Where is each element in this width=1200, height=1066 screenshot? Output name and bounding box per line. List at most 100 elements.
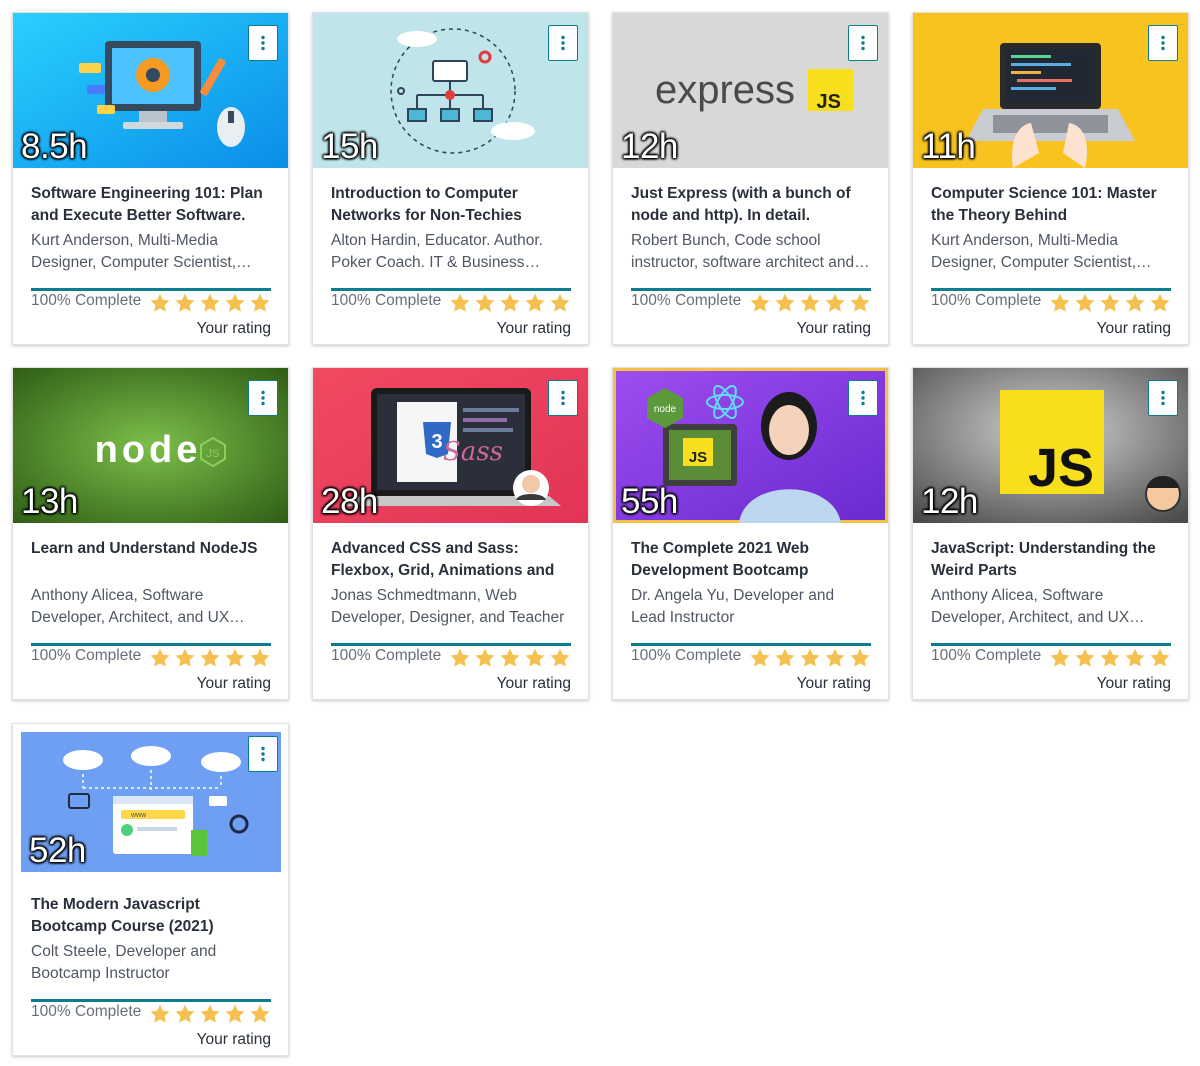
course-title[interactable]: Learn and Understand NodeJS [31, 538, 271, 582]
course-options-button[interactable] [848, 25, 878, 61]
course-options-button[interactable] [1148, 25, 1178, 61]
star-icon[interactable] [1074, 647, 1096, 669]
star-rating[interactable] [149, 1003, 271, 1025]
your-rating-label[interactable]: Your rating [197, 675, 271, 693]
course-thumbnail[interactable]: JS 12h [913, 368, 1188, 523]
star-icon[interactable] [1149, 647, 1171, 669]
star-icon[interactable] [524, 292, 546, 314]
course-card[interactable]: 3 Sass 28h Advanced CSS and Sass: Flexbo… [312, 367, 589, 700]
star-rating[interactable] [449, 292, 571, 314]
course-thumbnail[interactable]: www 52h [21, 732, 281, 872]
course-card[interactable]: JS 12h JavaScript: Understanding the Wei… [912, 367, 1189, 700]
course-title[interactable]: JavaScript: Understanding the Weird Part… [931, 538, 1171, 582]
course-thumbnail[interactable]: 8.5h [13, 13, 288, 168]
star-rating[interactable] [149, 647, 271, 669]
star-icon[interactable] [449, 292, 471, 314]
course-card[interactable]: 8.5h Software Engineering 101: Plan and … [12, 12, 289, 345]
star-icon[interactable] [449, 647, 471, 669]
star-icon[interactable] [824, 292, 846, 314]
star-icon[interactable] [824, 647, 846, 669]
star-icon[interactable] [799, 647, 821, 669]
star-icon[interactable] [199, 1003, 221, 1025]
your-rating-label[interactable]: Your rating [797, 320, 871, 338]
star-icon[interactable] [174, 647, 196, 669]
your-rating-label[interactable]: Your rating [1097, 320, 1171, 338]
course-options-button[interactable] [248, 736, 278, 772]
star-icon[interactable] [1099, 292, 1121, 314]
course-title[interactable]: Just Express (with a bunch of node and h… [631, 183, 871, 227]
course-thumbnail[interactable]: 3 Sass 28h [313, 368, 588, 523]
course-title[interactable]: Software Engineering 101: Plan and Execu… [31, 183, 271, 227]
course-title[interactable]: Computer Science 101: Master the Theory … [931, 183, 1171, 227]
star-icon[interactable] [199, 647, 221, 669]
star-icon[interactable] [849, 292, 871, 314]
star-icon[interactable] [774, 647, 796, 669]
star-rating[interactable] [1049, 647, 1171, 669]
star-icon[interactable] [1149, 292, 1171, 314]
course-thumbnail[interactable]: JS node 55h [613, 368, 888, 523]
star-rating[interactable] [149, 292, 271, 314]
star-icon[interactable] [224, 1003, 246, 1025]
star-rating[interactable] [449, 647, 571, 669]
star-rating[interactable] [749, 647, 871, 669]
star-icon[interactable] [249, 1003, 271, 1025]
course-options-button[interactable] [548, 380, 578, 416]
course-card[interactable]: JS node 55h The Complete 2021 Web Develo… [612, 367, 889, 700]
star-icon[interactable] [524, 647, 546, 669]
star-icon[interactable] [224, 647, 246, 669]
star-icon[interactable] [549, 292, 571, 314]
your-rating-label[interactable]: Your rating [1097, 675, 1171, 693]
star-icon[interactable] [199, 292, 221, 314]
course-thumbnail[interactable]: node JS 13h [13, 368, 288, 523]
star-icon[interactable] [549, 647, 571, 669]
star-icon[interactable] [499, 647, 521, 669]
course-title[interactable]: The Modern Javascript Bootcamp Course (2… [31, 894, 271, 938]
star-icon[interactable] [474, 647, 496, 669]
your-rating-label[interactable]: Your rating [497, 675, 571, 693]
star-icon[interactable] [1049, 292, 1071, 314]
your-rating-label[interactable]: Your rating [797, 675, 871, 693]
course-options-button[interactable] [1148, 380, 1178, 416]
star-icon[interactable] [1124, 647, 1146, 669]
star-icon[interactable] [224, 292, 246, 314]
svg-text:3: 3 [431, 431, 442, 453]
star-icon[interactable] [149, 1003, 171, 1025]
course-title[interactable]: The Complete 2021 Web Development Bootca… [631, 538, 871, 582]
course-card[interactable]: express JS 12h Just Express (with a bunc… [612, 12, 889, 345]
star-icon[interactable] [249, 292, 271, 314]
star-icon[interactable] [774, 292, 796, 314]
star-icon[interactable] [174, 1003, 196, 1025]
course-title[interactable]: Advanced CSS and Sass: Flexbox, Grid, An… [331, 538, 571, 582]
course-thumbnail[interactable]: 11h [913, 13, 1188, 168]
star-icon[interactable] [1099, 647, 1121, 669]
course-card[interactable]: www 52h The Modern Javascript Bootcamp C… [12, 723, 289, 1056]
course-card[interactable]: 15h Introduction to Computer Networks fo… [312, 12, 589, 345]
star-icon[interactable] [174, 292, 196, 314]
course-options-button[interactable] [248, 380, 278, 416]
star-rating[interactable] [749, 292, 871, 314]
star-icon[interactable] [249, 647, 271, 669]
course-options-button[interactable] [548, 25, 578, 61]
course-options-button[interactable] [248, 25, 278, 61]
course-title[interactable]: Introduction to Computer Networks for No… [331, 183, 571, 227]
star-icon[interactable] [1124, 292, 1146, 314]
star-icon[interactable] [149, 292, 171, 314]
star-icon[interactable] [499, 292, 521, 314]
course-card[interactable]: node JS 13h Learn and Understand NodeJS … [12, 367, 289, 700]
star-icon[interactable] [749, 647, 771, 669]
course-thumbnail[interactable]: express JS 12h [613, 13, 888, 168]
star-icon[interactable] [1049, 647, 1071, 669]
star-icon[interactable] [1074, 292, 1096, 314]
star-icon[interactable] [474, 292, 496, 314]
star-icon[interactable] [149, 647, 171, 669]
course-thumbnail[interactable]: 15h [313, 13, 588, 168]
your-rating-label[interactable]: Your rating [197, 320, 271, 338]
course-card[interactable]: 11h Computer Science 101: Master the The… [912, 12, 1189, 345]
star-rating[interactable] [1049, 292, 1171, 314]
course-options-button[interactable] [848, 380, 878, 416]
your-rating-label[interactable]: Your rating [497, 320, 571, 338]
your-rating-label[interactable]: Your rating [197, 1031, 271, 1049]
star-icon[interactable] [749, 292, 771, 314]
star-icon[interactable] [849, 647, 871, 669]
star-icon[interactable] [799, 292, 821, 314]
